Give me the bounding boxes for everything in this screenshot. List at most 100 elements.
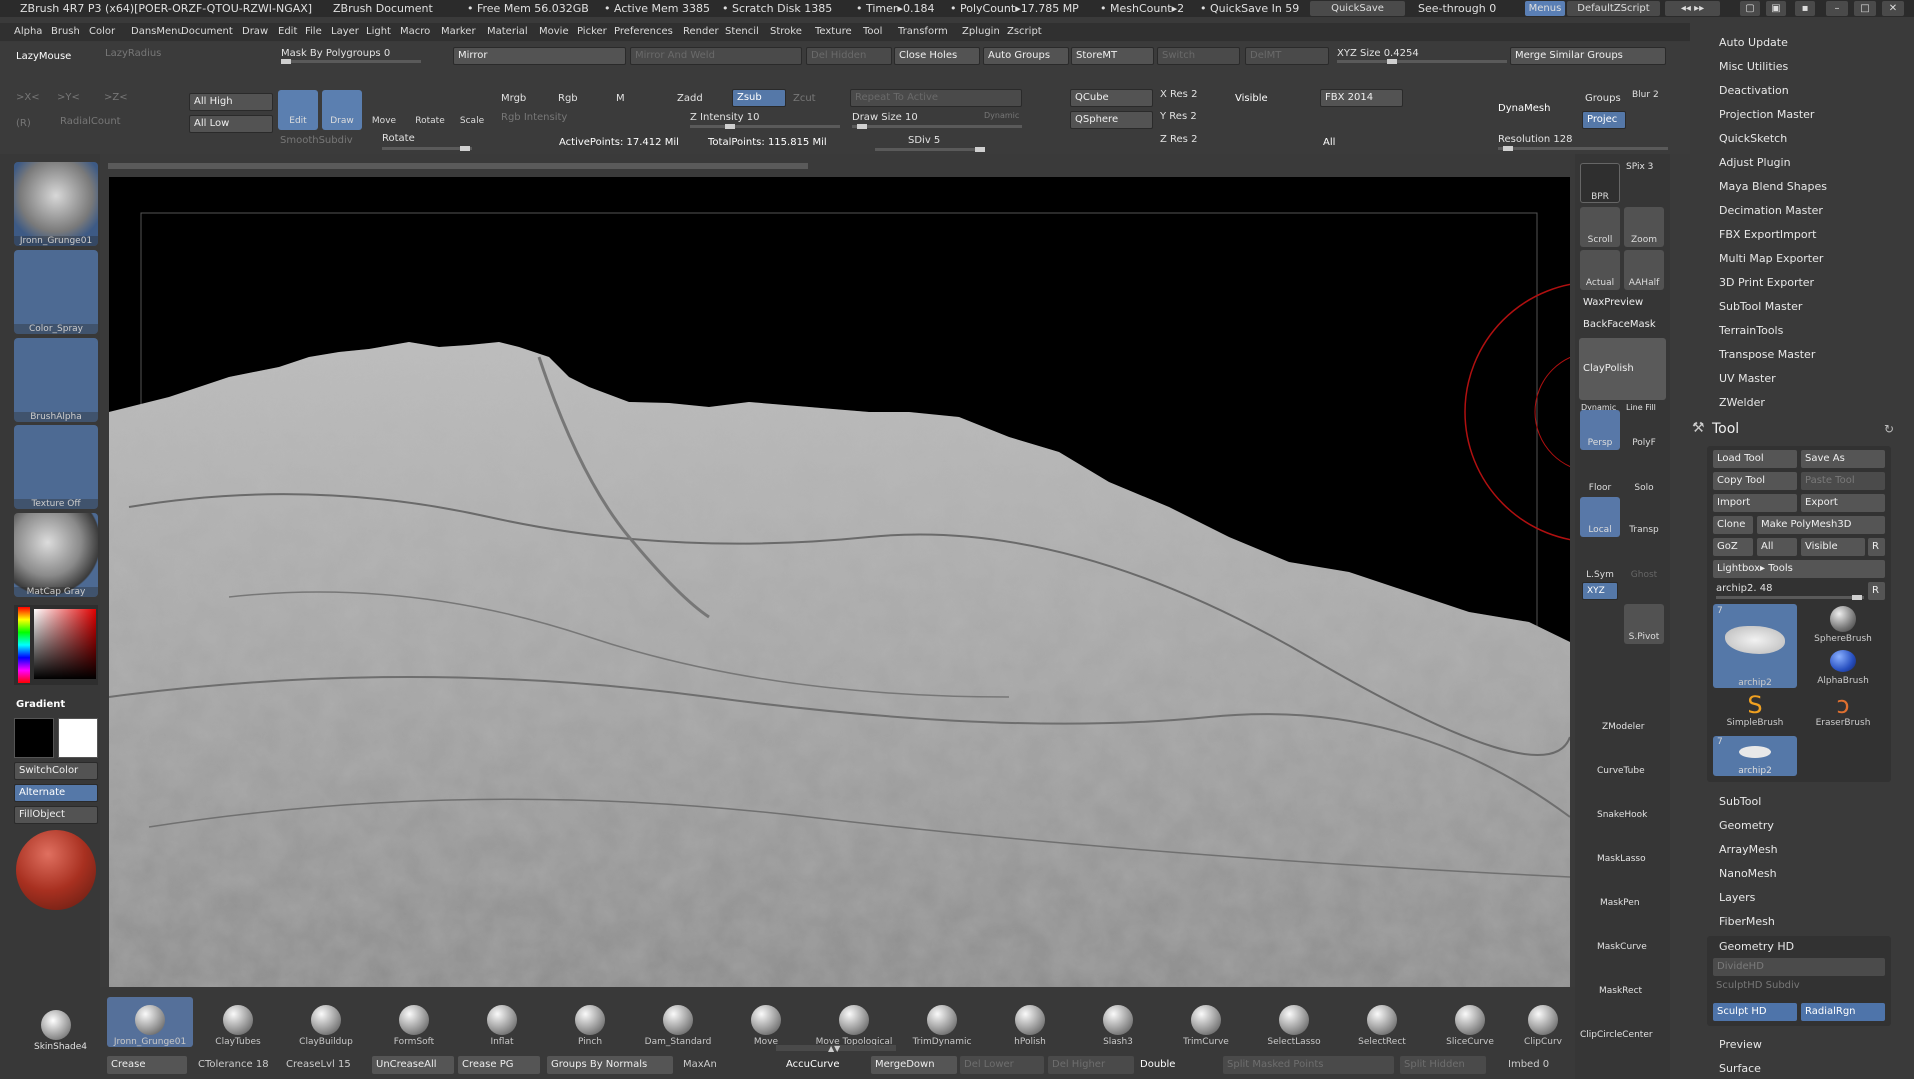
section-geometry[interactable]: Geometry (1719, 819, 1774, 832)
rotate-track[interactable] (382, 146, 472, 151)
brush-dam-standard[interactable]: Dam_Standard (635, 997, 721, 1047)
delmt-button[interactable]: DelMT (1245, 47, 1329, 65)
alternate-button[interactable]: Alternate (14, 784, 98, 802)
menu-file[interactable]: File (305, 23, 322, 41)
spix-slider[interactable]: SPix 3 (1626, 162, 1653, 172)
brush-claytubes[interactable]: ClayTubes (195, 997, 281, 1047)
switchcolor-button[interactable]: SwitchColor (14, 762, 98, 780)
y-res-slider[interactable]: Y Res 2 (1160, 111, 1197, 122)
groups-button[interactable]: Groups (1585, 93, 1621, 104)
del-hidden-button[interactable]: Del Hidden (806, 47, 892, 65)
sym-x-button[interactable]: >X< (16, 92, 40, 103)
lazymouse-button[interactable]: LazyMouse (16, 51, 71, 62)
sym-y-button[interactable]: >Y< (57, 92, 80, 103)
del-lower-button[interactable]: Del Lower (960, 1056, 1044, 1074)
section-geometry-hd[interactable]: Geometry HD (1719, 940, 1794, 953)
plugin-terraintools[interactable]: TerrainTools (1719, 324, 1783, 337)
goz-button[interactable]: GoZ (1713, 538, 1753, 556)
stroke-thumbnail[interactable]: Color_Spray (14, 250, 98, 334)
ghost-button[interactable]: Ghost (1624, 542, 1664, 582)
menu-macro[interactable]: Macro (400, 23, 430, 41)
rgb-button[interactable]: Rgb (558, 93, 578, 104)
lazyradius-slider[interactable]: LazyRadius (105, 48, 161, 59)
crease-pg-button[interactable]: Crease PG (458, 1056, 540, 1074)
material-thumbnail[interactable]: MatCap Gray (14, 513, 98, 597)
canvas-viewport[interactable] (109, 177, 1570, 987)
edit-mode-button[interactable]: Edit (278, 90, 318, 130)
menus-button[interactable]: Menus (1525, 1, 1565, 16)
lightbox-tools-button[interactable]: Lightbox▸ Tools (1713, 560, 1885, 578)
double-button[interactable]: Double (1140, 1059, 1175, 1070)
plugin-misc-utilities[interactable]: Misc Utilities (1719, 60, 1788, 73)
xyz-size-slider[interactable]: XYZ Size 0.4254 (1337, 48, 1419, 59)
brush-pinch[interactable]: Pinch (547, 997, 633, 1047)
m-button[interactable]: M (616, 93, 625, 104)
xyz-size-track[interactable] (1337, 59, 1507, 64)
rotate-mode-button[interactable]: Rotate (410, 90, 450, 130)
brush-clipcurve[interactable]: ClipCurv (1515, 997, 1571, 1047)
split-hidden-button[interactable]: Split Hidden (1400, 1056, 1486, 1074)
sdiv-track[interactable] (875, 147, 985, 152)
tool-palette-title[interactable]: Tool (1712, 421, 1739, 437)
current-tool-track[interactable] (1716, 595, 1864, 600)
menu-alpha[interactable]: Alpha (14, 23, 42, 41)
resolution-slider[interactable]: Resolution 128 (1498, 134, 1573, 145)
menu-dansmenu[interactable]: DansMenu (131, 23, 184, 41)
menu-texture[interactable]: Texture (815, 23, 852, 41)
primary-color-swatch[interactable] (14, 718, 54, 758)
tool-thumb-archip2-b[interactable]: 7 archip2 (1713, 736, 1797, 776)
menu-light[interactable]: Light (366, 23, 391, 41)
quicksave-button[interactable]: QuickSave (1310, 1, 1405, 16)
qcube-button[interactable]: QCube (1070, 89, 1153, 107)
plugin-zwelder[interactable]: ZWelder (1719, 396, 1765, 409)
draw-mode-button[interactable]: Draw (322, 90, 362, 130)
brush-slicecurve[interactable]: SliceCurve (1427, 997, 1513, 1047)
sym-z-button[interactable]: >Z< (104, 92, 128, 103)
aahalf-button[interactable]: AAHalf (1624, 250, 1664, 290)
transp-button[interactable]: Transp (1624, 497, 1664, 537)
clone-button[interactable]: Clone (1713, 516, 1753, 534)
masklasso-brush[interactable]: MaskLasso (1597, 854, 1646, 864)
menu-brush[interactable]: Brush (51, 23, 80, 41)
menu-movie[interactable]: Movie (539, 23, 569, 41)
plugin-maya-blend-shapes[interactable]: Maya Blend Shapes (1719, 180, 1827, 193)
menu-draw[interactable]: Draw (242, 23, 268, 41)
export-button[interactable]: Export (1801, 494, 1885, 512)
crease-button[interactable]: Crease (107, 1056, 187, 1074)
section-nanomesh[interactable]: NanoMesh (1719, 867, 1777, 880)
visible-button[interactable]: Visible (1235, 93, 1268, 104)
close-icon[interactable]: ✕ (1882, 1, 1904, 16)
x-res-slider[interactable]: X Res 2 (1160, 89, 1197, 100)
current-tool-r-button[interactable]: R (1868, 582, 1885, 600)
brush-thumbnail[interactable]: Jronn_Grunge01 (14, 162, 98, 246)
goz-r-button[interactable]: R (1868, 538, 1885, 556)
scroll-button[interactable]: Scroll (1580, 207, 1620, 247)
layout-icon[interactable]: ▢ (1740, 1, 1760, 16)
brush-trimcurve[interactable]: TrimCurve (1163, 997, 1249, 1047)
mirror-and-weld-button[interactable]: Mirror And Weld (630, 47, 802, 65)
menu-preferences[interactable]: Preferences (614, 23, 673, 41)
skin-material-sphere[interactable] (16, 830, 96, 910)
maskcurve-brush[interactable]: MaskCurve (1597, 942, 1647, 952)
plugin-uv-master[interactable]: UV Master (1719, 372, 1776, 385)
sculpt-hd-button[interactable]: Sculpt HD (1713, 1003, 1797, 1021)
close-holes-button[interactable]: Close Holes (894, 47, 980, 65)
mrgb-button[interactable]: Mrgb (501, 93, 526, 104)
dynamic-label[interactable]: Dynamic (984, 111, 1019, 120)
z-intensity-track[interactable] (690, 124, 840, 129)
imbed-slider[interactable]: Imbed 0 (1508, 1059, 1549, 1070)
tool-thumb-alphabrush[interactable]: AlphaBrush (1801, 648, 1885, 694)
section-arraymesh[interactable]: ArrayMesh (1719, 843, 1778, 856)
storemt-button[interactable]: StoreMT (1071, 47, 1154, 65)
load-tool-button[interactable]: Load Tool (1713, 450, 1797, 468)
script-button[interactable]: DefaultZScript (1567, 1, 1660, 16)
zcut-button[interactable]: Zcut (793, 93, 816, 104)
blur-slider[interactable]: Blur 2 (1632, 90, 1659, 100)
mask-by-polygroups-slider[interactable]: Mask By Polygroups 0 (281, 48, 390, 59)
saturation-box[interactable] (34, 609, 96, 679)
maskpen-brush[interactable]: MaskPen (1600, 898, 1640, 908)
draw-size-track[interactable] (852, 124, 1022, 129)
radialrgn-button[interactable]: RadialRgn (1801, 1003, 1885, 1021)
sdiv-slider[interactable]: SDiv 5 (908, 135, 940, 146)
plugin-subtool-master[interactable]: SubTool Master (1719, 300, 1802, 313)
